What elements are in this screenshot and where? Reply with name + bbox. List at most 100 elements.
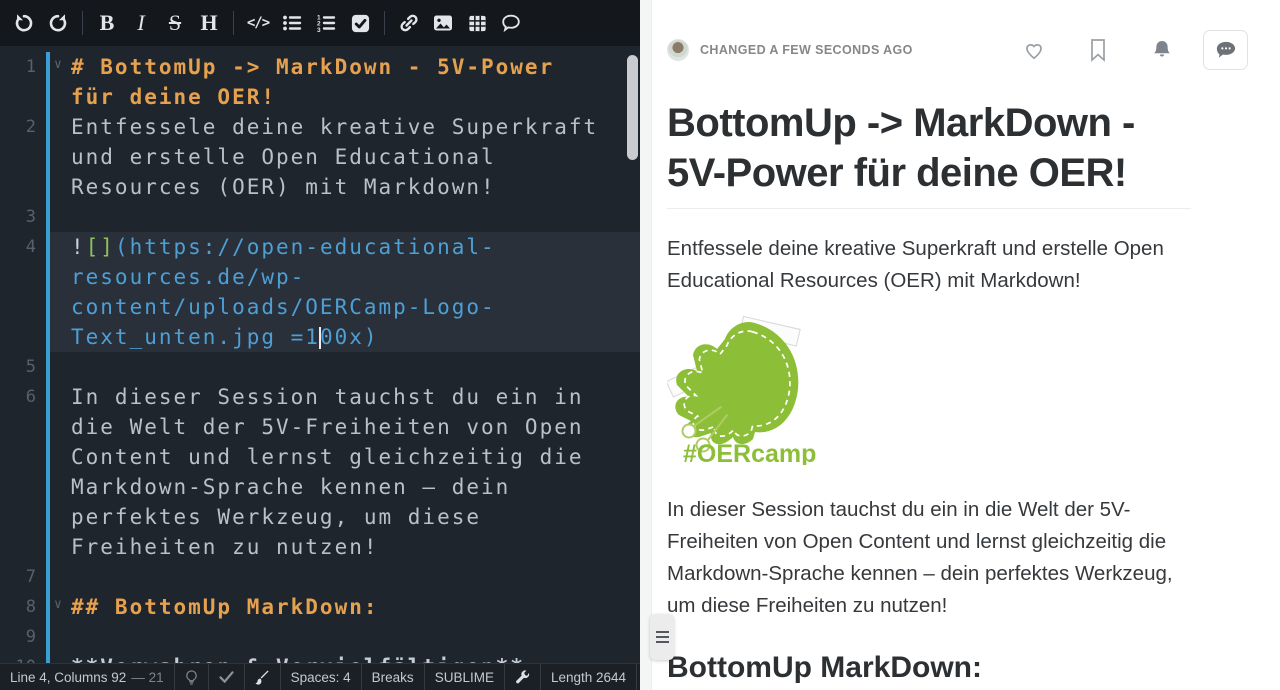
heading-button[interactable]: H xyxy=(192,6,226,40)
line-number xyxy=(0,262,46,292)
code-token: [] xyxy=(86,235,115,259)
fold-chevron-icon[interactable]: ∨ xyxy=(54,52,62,80)
toolbar-divider xyxy=(384,11,385,35)
undo-button[interactable] xyxy=(7,6,41,40)
breaks-setting[interactable]: Breaks xyxy=(362,664,425,690)
editor-line-row[interactable]: 6In dieser Session tauchst du ein in xyxy=(0,382,640,412)
code-token: resources.de/wp- xyxy=(71,265,305,289)
document-title: BottomUp -> MarkDown - 5V-Power für dein… xyxy=(667,98,1191,209)
code-token: Freiheiten zu nutzen! xyxy=(71,535,379,559)
table-button[interactable] xyxy=(460,6,494,40)
preview-header: CHANGED A FEW SECONDS AGO xyxy=(667,30,1248,70)
notifications-button[interactable] xyxy=(1149,37,1175,63)
toc-toggle-button[interactable] xyxy=(650,614,674,660)
keymap-setting[interactable]: SUBLIME xyxy=(425,664,505,690)
editor-line-row[interactable]: 7 xyxy=(0,562,640,592)
editor-line-row[interactable]: 5 xyxy=(0,352,640,382)
editor-line-row[interactable]: 3 xyxy=(0,202,640,232)
unordered-list-icon xyxy=(281,12,303,34)
oercamp-logo-image: #OERcamp xyxy=(667,315,1191,470)
checklist-button[interactable] xyxy=(343,6,377,40)
code-token: ## BottomUp MarkDown: xyxy=(71,595,379,619)
unordered-list-button[interactable] xyxy=(275,6,309,40)
svg-text:3: 3 xyxy=(317,27,321,34)
ordered-list-button[interactable]: 1 2 3 xyxy=(309,6,343,40)
document-paragraph: Entfessele deine kreative Superkraft und… xyxy=(667,233,1179,297)
editor-line-row[interactable]: resources.de/wp- xyxy=(0,262,640,292)
code-icon: </> xyxy=(247,15,269,31)
oercamp-logo: #OERcamp xyxy=(667,315,817,465)
editor-line-row[interactable]: 9 xyxy=(0,622,640,652)
table-icon xyxy=(467,13,488,34)
pane-divider[interactable] xyxy=(640,0,652,690)
like-button[interactable] xyxy=(1021,37,1047,63)
fold-chevron-icon[interactable]: ∨ xyxy=(54,592,62,620)
format-brush-toggle[interactable] xyxy=(245,664,281,690)
avatar[interactable] xyxy=(667,39,689,61)
bookmark-button[interactable] xyxy=(1085,37,1111,63)
editor-line-row[interactable]: 10**Verwahren & Vervielfältigen** xyxy=(0,652,640,663)
comment-button[interactable] xyxy=(494,6,528,40)
editor-line-row[interactable]: 4![](https://open-educational- xyxy=(0,232,640,262)
line-number xyxy=(0,322,46,352)
code-block-button[interactable]: </> xyxy=(241,6,275,40)
rendered-document: BottomUp -> MarkDown - 5V-Power für dein… xyxy=(667,86,1191,690)
strikethrough-button[interactable]: S xyxy=(158,6,192,40)
cursor-position-extra: — 21 xyxy=(131,670,163,685)
redo-button[interactable] xyxy=(41,6,75,40)
image-icon xyxy=(432,12,454,34)
oercamp-caption: #OERcamp xyxy=(683,440,816,465)
editor-line-row[interactable]: perfektes Werkzeug, um diese xyxy=(0,502,640,532)
bookmark-icon xyxy=(1088,38,1108,62)
open-comments-button[interactable] xyxy=(1203,30,1248,70)
line-number: 8 xyxy=(0,592,46,622)
image-button[interactable] xyxy=(426,6,460,40)
last-changed-label: CHANGED A FEW SECONDS AGO xyxy=(700,43,913,57)
night-mode-toggle[interactable] xyxy=(175,664,209,690)
line-number: 4 xyxy=(0,232,46,262)
editor-line-row[interactable]: 8 ∨ ## BottomUp MarkDown: xyxy=(0,592,640,622)
editor-lines: 1∨# BottomUp -> MarkDown - 5V-Powerfür d… xyxy=(0,52,640,663)
editor-line-row[interactable]: 2Entfessele deine kreative Superkraft xyxy=(0,112,640,142)
preferences-button[interactable] xyxy=(505,664,541,690)
editor-line-row[interactable]: Freiheiten zu nutzen! xyxy=(0,532,640,562)
code-token: perfektes Werkzeug, um diese xyxy=(71,505,481,529)
editor-scrollbar[interactable] xyxy=(627,55,638,160)
markdown-editor[interactable]: 1∨# BottomUp -> MarkDown - 5V-Powerfür d… xyxy=(0,46,640,663)
code-token: **Verwahren & Vervielfältigen** xyxy=(71,655,525,663)
code-token: Text_unten.jpg =1 xyxy=(71,325,320,349)
code-token: Entfessele deine kreative Superkraft xyxy=(71,115,598,139)
undo-icon xyxy=(13,12,35,34)
line-number xyxy=(0,142,46,172)
line-number xyxy=(0,412,46,442)
editor-line-row[interactable]: 1∨# BottomUp -> MarkDown - 5V-Power xyxy=(0,52,640,82)
editor-line-row[interactable]: Content und lernst gleichzeitig die xyxy=(0,442,640,472)
spaces-setting[interactable]: Spaces: 4 xyxy=(281,664,362,690)
link-button[interactable] xyxy=(392,6,426,40)
document-length: Length 2644 xyxy=(541,664,637,690)
editor-status-bar: Line 4, Columns 92 — 21 Spaces: 4 Breaks… xyxy=(0,663,640,690)
bold-button[interactable]: B xyxy=(90,6,124,40)
editor-line-row[interactable]: die Welt der 5V-Freiheiten von Open xyxy=(0,412,640,442)
bell-icon xyxy=(1150,38,1174,62)
toolbar-divider xyxy=(82,11,83,35)
editor-line-row[interactable]: content/uploads/OERCamp-Logo- xyxy=(0,292,640,322)
code-token: und erstelle Open Educational xyxy=(71,145,496,169)
line-number xyxy=(0,82,46,112)
editor-line-row[interactable]: für deine OER! xyxy=(0,82,640,112)
editor-line-row[interactable]: Text_unten.jpg =100x) xyxy=(0,322,640,352)
italic-button[interactable]: I xyxy=(124,6,158,40)
editor-line-row[interactable]: Resources (OER) mit Markdown! xyxy=(0,172,640,202)
editor-line-row[interactable]: Markdown-Sprache kennen – dein xyxy=(0,472,640,502)
redo-icon xyxy=(47,12,69,34)
editor-line-row[interactable]: und erstelle Open Educational xyxy=(0,142,640,172)
code-token: In dieser Session tauchst du ein in xyxy=(71,385,584,409)
line-number xyxy=(0,442,46,472)
wrench-icon xyxy=(515,670,530,685)
strikethrough-icon: S xyxy=(169,10,181,36)
check-icon xyxy=(219,671,234,683)
spellcheck-toggle[interactable] xyxy=(209,664,245,690)
editor-toolbar: B I S H </> 1 2 3 xyxy=(0,0,640,46)
bold-icon: B xyxy=(100,10,115,36)
line-number: 3 xyxy=(0,202,46,232)
